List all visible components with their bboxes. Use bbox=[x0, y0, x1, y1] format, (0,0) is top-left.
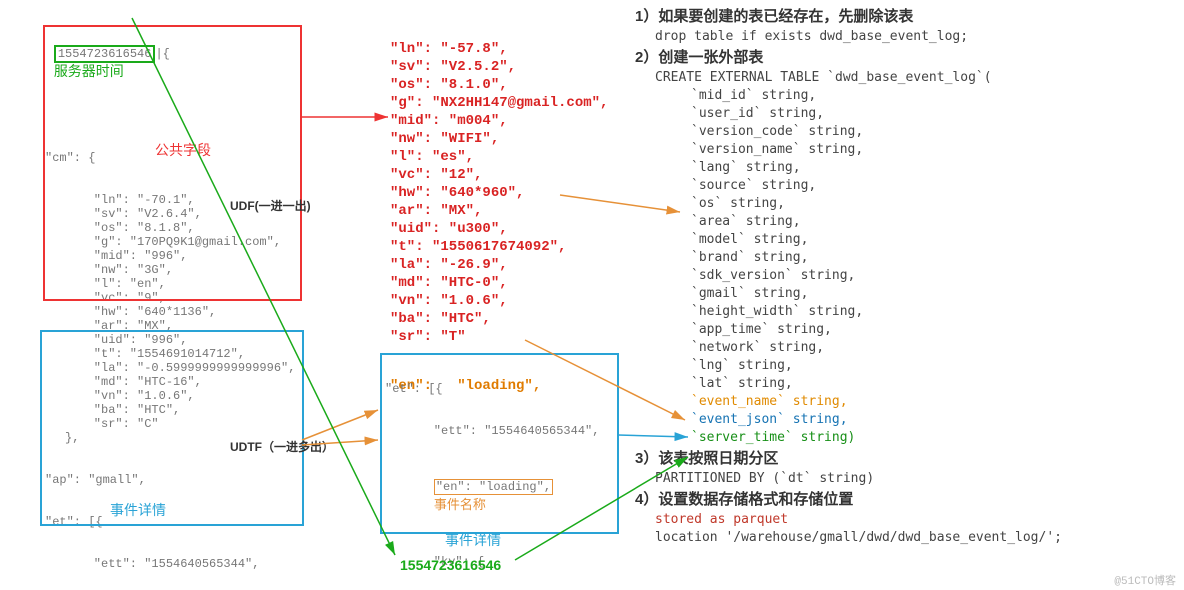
label-kv-left: 事件详情 bbox=[110, 500, 166, 520]
r-s1-head: 1）如果要创建的表已经存在，先删除该表 bbox=[635, 7, 1175, 26]
mid-red-line: "ba": "HTC", bbox=[390, 310, 608, 328]
r-f-servertime: `server_time` string) bbox=[691, 429, 1175, 447]
right-column: 1）如果要创建的表已经存在，先删除该表 drop table if exists… bbox=[635, 5, 1175, 547]
r-s4-red: stored as parquet bbox=[655, 511, 1175, 529]
mid-red-line: "sv": "V2.5.2", bbox=[390, 58, 608, 76]
mid-ts: 1554723616546 bbox=[400, 557, 501, 573]
box-cm bbox=[43, 25, 302, 301]
label-kv-mid: 事件详情 bbox=[445, 530, 501, 550]
r-s1-code: drop table if exists dwd_base_event_log; bbox=[655, 28, 1175, 46]
r-field: `mid_id` string, bbox=[691, 87, 1175, 105]
label-cm: 公共字段 bbox=[155, 140, 211, 160]
r-field: `brand` string, bbox=[691, 249, 1175, 267]
r-field: `version_name` string, bbox=[691, 141, 1175, 159]
mid-red-line: "l": "es", bbox=[390, 148, 608, 166]
r-field: `model` string, bbox=[691, 231, 1175, 249]
r-field: `lang` string, bbox=[691, 159, 1175, 177]
r-field: `version_code` string, bbox=[691, 123, 1175, 141]
r-s3-head: 3）该表按照日期分区 bbox=[635, 449, 1175, 468]
r-field: `lat` string, bbox=[691, 375, 1175, 393]
mid-red-line: "os": "8.1.0", bbox=[390, 76, 608, 94]
r-field: `lng` string, bbox=[691, 357, 1175, 375]
box-et-left bbox=[40, 330, 304, 526]
mid-red-line: "t": "1550617674092", bbox=[390, 238, 608, 256]
line: "ett": "1554640565344", bbox=[65, 557, 295, 571]
r-s2-code1: CREATE EXTERNAL TABLE `dwd_base_event_lo… bbox=[655, 69, 1175, 87]
r-f-eventname: `event_name` string, bbox=[691, 393, 1175, 411]
line: "hw": "640*1136", bbox=[65, 305, 295, 319]
udf-label: UDF(一进一出) bbox=[230, 197, 311, 214]
r-s4-loc: location '/warehouse/gmall/dwd/dwd_base_… bbox=[655, 529, 1175, 547]
mid-red-block: "ln": "-57.8","sv": "V2.5.2","os": "8.1.… bbox=[390, 8, 608, 410]
r-field: `source` string, bbox=[691, 177, 1175, 195]
udtf-label: UDTF（一进多出） bbox=[230, 438, 334, 455]
r-s2-head: 2）创建一张外部表 bbox=[635, 48, 1175, 67]
mid-red-line: "vn": "1.0.6", bbox=[390, 292, 608, 310]
mid-red-line: "md": "HTC-0", bbox=[390, 274, 608, 292]
r-field: `user_id` string, bbox=[691, 105, 1175, 123]
r-field: `sdk_version` string, bbox=[691, 267, 1175, 285]
mid-red-line: "mid": "m004", bbox=[390, 112, 608, 130]
mid-red-line: "g": "NX2HH147@gmail.com", bbox=[390, 94, 608, 112]
mid-red-line: "uid": "u300", bbox=[390, 220, 608, 238]
r-field: `height_width` string, bbox=[691, 303, 1175, 321]
box-et-mid bbox=[380, 353, 619, 534]
left-et-lines: "ett": "1554640565344", bbox=[45, 557, 295, 571]
mid-red-line: "hw": "640*960", bbox=[390, 184, 608, 202]
r-field: `os` string, bbox=[691, 195, 1175, 213]
r-s4-head: 4）设置数据存储格式和存储位置 bbox=[635, 490, 1175, 509]
r-field: `gmail` string, bbox=[691, 285, 1175, 303]
mid-red-line: "nw": "WIFI", bbox=[390, 130, 608, 148]
mid-red-line: "ln": "-57.8", bbox=[390, 40, 608, 58]
r-s3-code: PARTITIONED BY (`dt` string) bbox=[655, 470, 1175, 488]
r-f-eventjson: `event_json` string, bbox=[691, 411, 1175, 429]
mid-red-line: "la": "-26.9", bbox=[390, 256, 608, 274]
watermark: @51CTO博客 bbox=[1114, 572, 1176, 588]
r-field: `app_time` string, bbox=[691, 321, 1175, 339]
mid-red-line: "vc": "12", bbox=[390, 166, 608, 184]
r-field: `network` string, bbox=[691, 339, 1175, 357]
r-field: `area` string, bbox=[691, 213, 1175, 231]
mid-red-line: "ar": "MX", bbox=[390, 202, 608, 220]
mid-red-line: "sr": "T" bbox=[390, 328, 608, 346]
